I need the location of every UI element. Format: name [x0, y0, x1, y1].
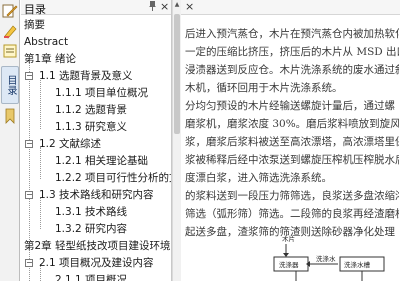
collapse-toggle[interactable]: − [25, 259, 33, 267]
document-body: 后进入预汽蒸仓，木片在预汽蒸仓内被加热软化 一定的压缩比挤压，挤压后的木片从 M… [185, 25, 399, 241]
document-line: 浆被稀释后经中浓泵送到螺旋压榨机压榨脱水后进 [185, 154, 399, 166]
scroll-up-arrow-icon[interactable]: ▲ [173, 0, 181, 9]
document-line: 磨浆机，磨浆浓度 30%。磨后浆料喷放到旋风分 [185, 118, 399, 130]
tree-line [29, 62, 30, 242]
toc-item-2-1[interactable]: − 2.1 项目概况及建设内容 [25, 255, 154, 271]
side-toolbar: 目录 [0, 0, 20, 281]
toc-item-label: 第1章 绪论 [24, 53, 77, 65]
document-header: × [181, 0, 400, 15]
highlight-icon[interactable] [2, 23, 18, 39]
toc-item-label: 1.2.1 相关理论基础 [55, 155, 149, 167]
toc-item-1-3-1[interactable]: 1.3.1 技术路线 [55, 204, 127, 220]
edit-icon[interactable] [2, 3, 18, 19]
toc-item-label: 摘要 [24, 19, 45, 31]
document-close-button[interactable]: × [185, 0, 194, 13]
toc-item-1-3-2[interactable]: 1.3.2 研究内容 [55, 221, 127, 237]
flow-label-washer: 洗涤器 [279, 260, 299, 269]
toc-vertical-tab[interactable]: 目录 [1, 66, 19, 104]
collapse-toggle[interactable]: − [25, 191, 33, 199]
flow-label-wash-water: 洗涤水 [316, 254, 336, 263]
toc-close-button[interactable]: × [160, 0, 169, 13]
toc-item-label: 1.1.1 项目单位概况 [55, 87, 149, 99]
document-line: 浸渍器送到反应仓。木片洗涤系统的废水通过斜 [185, 64, 399, 76]
toc-item-1-2[interactable]: − 1.2 文献综述 [25, 136, 101, 152]
document-line: 木机，循环回用于木片洗涤系统。 [185, 82, 343, 94]
toc-item-label: 1.1 选题背景及意义 [39, 70, 133, 82]
pin-icon[interactable] [148, 0, 157, 15]
toc-item-label: 1.2 文献综述 [39, 138, 102, 150]
toc-item-label: Abstract [24, 36, 69, 48]
document-line: 度漂白浆，进入筛选洗涤系统。 [185, 172, 332, 184]
toc-item-1-2-2[interactable]: 1.2.2 项目可行性分析的文 [55, 170, 172, 186]
toc-item-label: 2.1.1 项目概况 [55, 274, 128, 281]
document-line: 分均匀预设的木片经输送螺旋计量后，通过螺 [185, 100, 395, 112]
document-line: 筛选（弧形筛）筛选。二段筛的良浆再经渣磨机 [185, 208, 399, 220]
collapse-toggle[interactable]: − [25, 140, 33, 148]
toc-item-label: 第2章 轻型纸技改项目建设环境分 [24, 240, 172, 252]
toc-item-1-1-1[interactable]: 1.1.1 项目单位概况 [55, 85, 148, 101]
toc-item-label: 1.3.2 研究内容 [55, 223, 128, 235]
toc-item-label: 1.1.3 研究意义 [55, 121, 128, 133]
document-line: 的浆料送到一段压力筛筛选，良浆送多盘浓缩浓 [185, 190, 399, 202]
toc-header: 目录 × [21, 0, 171, 16]
notes-icon[interactable] [2, 43, 18, 59]
document-line: 后进入预汽蒸仓，木片在预汽蒸仓内被加热软化 [185, 28, 399, 40]
toc-panel: 目录 × 摘要 Abstract 第1章 绪论 − 1.1 选题背景及意义 1.… [21, 0, 172, 281]
process-flow-diagram: 木片 洗涤水 洗涤器 洗涤水槽 [273, 234, 385, 281]
document-line: 浆，磨浆后浆料被送至高浓漂塔，高浓漂塔里保证浆 [185, 136, 399, 148]
document-line: 一定的压缩比挤压，挤压后的木片从 MSD 出口 [185, 46, 399, 58]
collapse-toggle[interactable]: − [25, 72, 33, 80]
tree-line [40, 80, 41, 129]
flow-label-wood-chips: 木片 [282, 234, 295, 243]
toc-item-2-1-1[interactable]: 2.1.1 项目概况 [55, 272, 127, 281]
toc-item-label: 1.1.2 选题背景 [55, 104, 128, 116]
toc-title: 目录 [24, 3, 46, 16]
toc-item-1-2-1[interactable]: 1.2.1 相关理论基础 [55, 153, 148, 169]
toc-scrollbar[interactable]: ▲ [172, 0, 181, 281]
toc-item-chapter-2[interactable]: 第2章 轻型纸技改项目建设环境分 [24, 238, 172, 254]
toc-item-abstract-cn[interactable]: 摘要 [24, 17, 45, 33]
toc-item-label: 1.3 技术路线和研究内容 [39, 189, 154, 201]
flow-label-wash-water-tank: 洗涤水槽 [344, 260, 371, 269]
toc-item-label: 1.3.1 技术路线 [55, 206, 128, 218]
toc-item-label: 2.1 项目概况及建设内容 [39, 257, 154, 269]
toc-item-1-1-3[interactable]: 1.1.3 研究意义 [55, 119, 127, 135]
toc-item-abstract-en[interactable]: Abstract [24, 34, 68, 50]
toc-item-1-1-2[interactable]: 1.1.2 选题背景 [55, 102, 127, 118]
toc-item-chapter-1[interactable]: 第1章 绪论 [24, 51, 76, 67]
toc-item-1-3[interactable]: − 1.3 技术路线和研究内容 [25, 187, 154, 203]
bookmark-icon[interactable] [2, 108, 18, 124]
scroll-thumb[interactable] [174, 14, 180, 134]
toc-item-1-1[interactable]: − 1.1 选题背景及意义 [25, 68, 133, 84]
toc-item-label: 1.2.2 项目可行性分析的文 [55, 172, 172, 184]
